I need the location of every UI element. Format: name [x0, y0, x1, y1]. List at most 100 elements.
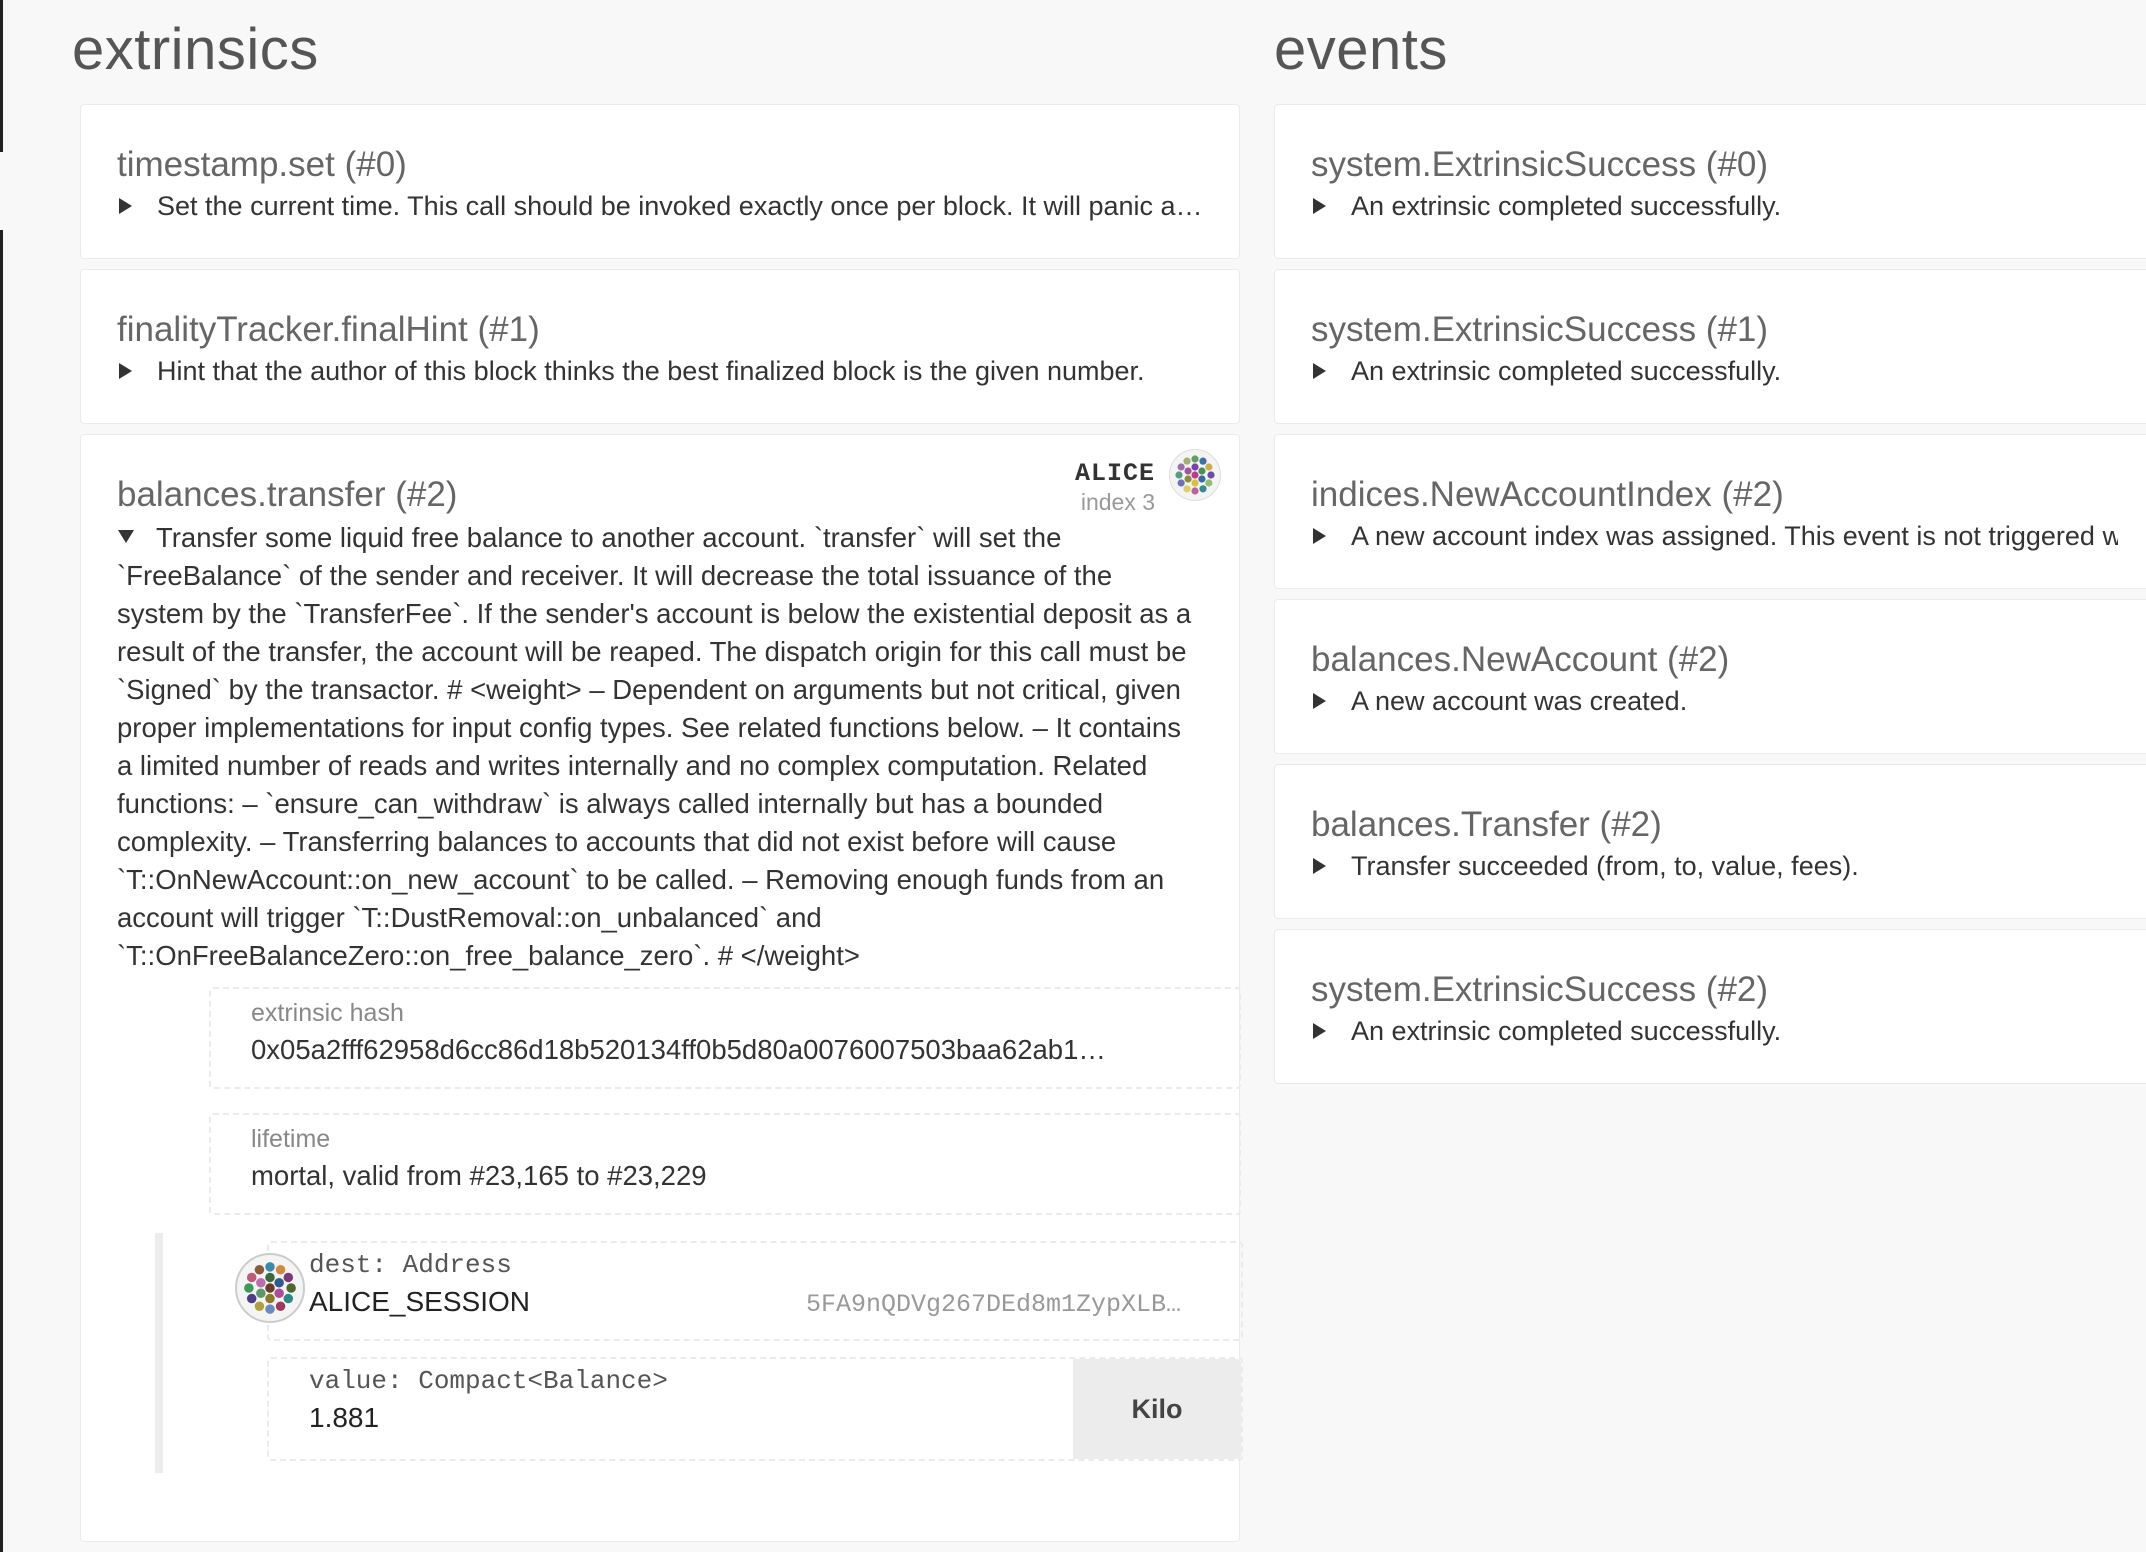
extrinsic-card: timestamp.set (#0) Set the current time.…: [80, 104, 1240, 259]
identicon-dot: [1191, 455, 1199, 463]
identicon-dot: [1191, 463, 1199, 471]
event-description: An extrinsic completed successfully.: [1351, 1016, 1782, 1046]
call-params: dest: Address ALICE_SESSION 5FA9nQDVg267…: [155, 1233, 1243, 1473]
extrinsic-card: finalityTracker.finalHint (#1) Hint that…: [80, 269, 1240, 424]
extrinsic-description: Hint that the author of this block think…: [157, 356, 1145, 386]
event-description: An extrinsic completed successfully.: [1351, 356, 1782, 386]
expand-arrow-icon[interactable]: [1313, 363, 1326, 379]
identicon-dot: [274, 1288, 284, 1299]
events-heading: events: [1274, 17, 1448, 82]
expand-arrow-icon[interactable]: [119, 198, 132, 214]
signer-name: ALICE: [1074, 459, 1155, 488]
event-summary[interactable]: An extrinsic completed successfully.: [1311, 1012, 2146, 1050]
identicon-dot: [1184, 475, 1192, 483]
extrinsic-summary[interactable]: Hint that the author of this block think…: [117, 352, 1239, 390]
identicon-dot: [246, 1293, 257, 1304]
expand-arrow-icon[interactable]: [1313, 858, 1326, 874]
extrinsic-hash-field: extrinsic hash 0x05a2fff62958d6cc86d18b5…: [209, 987, 1241, 1089]
event-title: system.ExtrinsicSuccess (#0): [1311, 145, 1769, 184]
param-address[interactable]: 5FA9nQDVg267DEd8m1ZypXLB…: [806, 1285, 1181, 1325]
lifetime-field: lifetime mortal, valid from #23,165 to #…: [209, 1113, 1241, 1215]
event-summary[interactable]: A new account index was assigned. This e…: [1311, 517, 2146, 555]
event-title: indices.NewAccountIndex (#2): [1311, 475, 1784, 514]
signer-index: index 3: [1080, 489, 1155, 515]
expand-arrow-icon[interactable]: [1313, 198, 1326, 214]
identicon-dot: [1175, 471, 1183, 479]
field-value: mortal, valid from #23,165 to #23,229: [251, 1160, 707, 1191]
extrinsic-title: timestamp.set (#0): [117, 145, 407, 184]
event-summary[interactable]: An extrinsic completed successfully.: [1311, 187, 2146, 225]
identicon-dot: [1177, 479, 1185, 487]
event-title: system.ExtrinsicSuccess (#1): [1311, 310, 1769, 349]
event-description: A new account index was assigned. This e…: [1351, 521, 2118, 551]
event-summary[interactable]: A new account was created.: [1311, 682, 2146, 720]
identicon-dot: [265, 1293, 275, 1304]
identicon-dot: [1177, 463, 1185, 471]
expand-arrow-icon[interactable]: [1313, 528, 1326, 544]
identicon-dot: [1205, 463, 1213, 471]
identicon-dot: [283, 1272, 294, 1283]
extrinsic-summary[interactable]: Set the current time. This call should b…: [117, 187, 1239, 225]
extrinsics-column: extrinsics timestamp.set (#0) Set the cu…: [70, 0, 1243, 1552]
identicon-dot: [283, 1293, 294, 1304]
param-label: dest: Address: [309, 1250, 512, 1280]
extrinsic-title: finalityTracker.finalHint (#1): [117, 310, 540, 349]
identicon-dot: [254, 1301, 265, 1312]
identicon-dot: [254, 1264, 265, 1275]
param-dest: dest: Address ALICE_SESSION 5FA9nQDVg267…: [267, 1241, 1243, 1341]
identicon-dot: [265, 1262, 275, 1272]
identicon-dot: [1205, 479, 1213, 487]
identicon-dot: [265, 1272, 275, 1283]
identicon-dot: [1199, 485, 1207, 493]
identicon-dot: [1183, 485, 1191, 493]
extrinsic-description-expanded[interactable]: Transfer some liquid free balance to ano…: [117, 519, 1203, 975]
event-card: balances.Transfer (#2) Transfer succeede…: [1274, 764, 2146, 919]
identicon-dot: [1191, 479, 1199, 487]
event-card: indices.NewAccountIndex (#2) A new accou…: [1274, 434, 2146, 589]
identicon-dot: [1207, 471, 1215, 479]
field-label: lifetime: [251, 1125, 331, 1153]
event-card: system.ExtrinsicSuccess (#1) An extrinsi…: [1274, 269, 2146, 424]
event-summary[interactable]: An extrinsic completed successfully.: [1311, 352, 2146, 390]
window-edge: [0, 230, 3, 1552]
identicon-dot: [265, 1304, 275, 1314]
identicon-dot: [274, 1277, 284, 1288]
event-description: An extrinsic completed successfully.: [1351, 191, 1782, 221]
expand-arrow-icon[interactable]: [119, 363, 132, 379]
event-description: A new account was created.: [1351, 686, 1688, 716]
events-column: events system.ExtrinsicSuccess (#0) An e…: [1274, 0, 2146, 1094]
identicon-dot: [244, 1283, 254, 1293]
event-title: system.ExtrinsicSuccess (#2): [1311, 970, 1769, 1009]
collapse-arrow-icon[interactable]: [118, 530, 134, 544]
extrinsics-heading: extrinsics: [72, 17, 319, 82]
extrinsic-description: Set the current time. This call should b…: [157, 191, 1203, 221]
expand-arrow-icon[interactable]: [1313, 1023, 1326, 1039]
identicon-dot: [246, 1272, 257, 1283]
identicon-dot: [256, 1288, 266, 1299]
event-card: balances.NewAccount (#2) A new account w…: [1274, 599, 2146, 754]
signer-info: ALICE index 3: [1075, 459, 1155, 515]
event-description: Transfer succeeded (from, to, value, fee…: [1351, 851, 1859, 881]
extrinsic-card-expanded: balances.transfer (#2) ALICE index 3 Tra…: [80, 434, 1243, 1542]
expand-arrow-icon[interactable]: [1313, 693, 1326, 709]
event-title: balances.NewAccount (#2): [1311, 640, 1730, 679]
identicon-dot: [1191, 471, 1199, 479]
window-edge: [0, 0, 3, 152]
identicon-dot: [256, 1277, 266, 1288]
event-title: balances.Transfer (#2): [1311, 805, 1662, 844]
identicon-dot: [275, 1301, 286, 1312]
identicon-dot: [1183, 457, 1191, 465]
extrinsic-title: balances.transfer (#2): [117, 475, 458, 514]
identicon-dot: [1191, 487, 1199, 495]
identicon-dot: [1199, 457, 1207, 465]
field-value: 0x05a2fff62958d6cc86d18b520134ff0b5d80a0…: [251, 1034, 1106, 1065]
unit-button[interactable]: Kilo: [1073, 1359, 1241, 1459]
identicon-dot: [286, 1283, 296, 1293]
identicon-dot: [1198, 475, 1206, 483]
field-label: extrinsic hash: [251, 999, 404, 1027]
identicon-avatar[interactable]: [235, 1253, 305, 1323]
identicon-avatar[interactable]: [1169, 449, 1221, 501]
event-card: system.ExtrinsicSuccess (#0) An extrinsi…: [1274, 104, 2146, 259]
event-summary[interactable]: Transfer succeeded (from, to, value, fee…: [1311, 847, 2146, 885]
identicon-dot: [1198, 467, 1206, 475]
